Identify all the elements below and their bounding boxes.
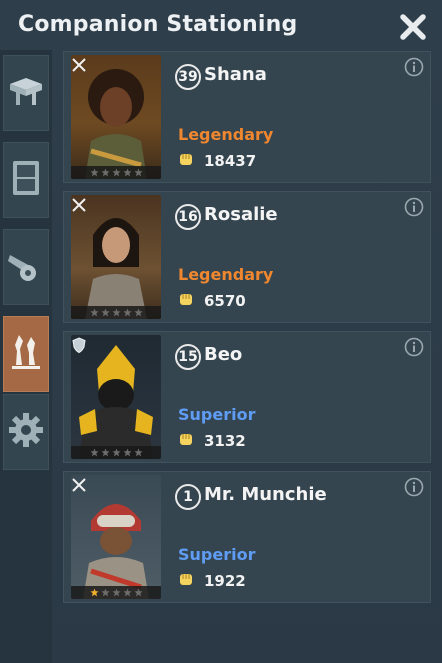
sidebar-item-cannon[interactable] — [3, 229, 49, 305]
sidebar-item-anvil[interactable] — [3, 55, 49, 131]
companion-card-rosalie[interactable]: 16 Rosalie Legendary 6570 — [63, 191, 431, 323]
companion-stationing-panel: Companion Stationing 39 Shana Legendary … — [0, 0, 442, 663]
sidebar — [0, 50, 52, 663]
companion-level: 16 — [175, 204, 201, 230]
info-icon[interactable] — [404, 57, 424, 77]
fist-power-icon — [178, 290, 196, 312]
sidebar-item-settings[interactable] — [3, 394, 49, 470]
companion-level: 15 — [175, 344, 201, 370]
star-rating — [71, 586, 161, 599]
star-empty-icon — [133, 168, 143, 177]
companion-power: 6570 — [178, 290, 246, 312]
power-value: 1922 — [204, 572, 246, 590]
companion-power: 3132 — [178, 430, 246, 452]
shield-icon — [70, 336, 88, 354]
fist-power-icon — [178, 150, 196, 172]
close-icon[interactable] — [396, 10, 430, 44]
power-value: 18437 — [204, 152, 257, 170]
power-value: 3132 — [204, 432, 246, 450]
star-filled-icon — [89, 588, 99, 597]
companion-name: Mr. Munchie — [204, 484, 327, 505]
companion-power: 18437 — [178, 150, 256, 172]
companion-card-beo[interactable]: 15 Beo Superior 3132 — [63, 331, 431, 463]
info-icon[interactable] — [404, 477, 424, 497]
star-empty-icon — [111, 448, 121, 457]
anvil-icon — [7, 72, 45, 114]
star-rating — [71, 306, 161, 319]
window-title: Companion Stationing — [18, 12, 298, 37]
fist-power-icon — [178, 570, 196, 592]
companion-name: Beo — [204, 344, 243, 365]
star-empty-icon — [111, 168, 121, 177]
star-empty-icon — [122, 168, 132, 177]
star-empty-icon — [100, 448, 110, 457]
star-empty-icon — [100, 168, 110, 177]
star-empty-icon — [122, 308, 132, 317]
star-empty-icon — [122, 588, 132, 597]
power-value: 6570 — [204, 292, 246, 310]
companion-card-shana[interactable]: 39 Shana Legendary 18437 — [63, 51, 431, 183]
star-empty-icon — [89, 448, 99, 457]
gear-icon — [7, 411, 45, 453]
star-empty-icon — [100, 588, 110, 597]
companion-rarity: Legendary — [178, 265, 274, 284]
companion-card-mr-munchie[interactable]: 1 Mr. Munchie Superior 1922 — [63, 471, 431, 603]
companion-name: Rosalie — [204, 204, 278, 225]
crossed-swords-icon — [70, 56, 88, 74]
info-icon[interactable] — [404, 197, 424, 217]
star-empty-icon — [133, 308, 143, 317]
star-empty-icon — [122, 448, 132, 457]
cabinet-icon — [8, 158, 44, 202]
crossed-swords-icon — [70, 196, 88, 214]
star-empty-icon — [111, 588, 121, 597]
companion-name: Shana — [204, 64, 267, 85]
companion-rarity: Superior — [178, 545, 256, 564]
star-rating — [71, 166, 161, 179]
companion-level: 39 — [175, 64, 201, 90]
companion-stand-icon — [7, 331, 45, 377]
sidebar-item-companions[interactable] — [3, 316, 49, 392]
companion-level: 1 — [175, 484, 201, 510]
star-empty-icon — [133, 448, 143, 457]
star-empty-icon — [133, 588, 143, 597]
star-empty-icon — [89, 168, 99, 177]
star-empty-icon — [111, 308, 121, 317]
companion-power: 1922 — [178, 570, 246, 592]
star-empty-icon — [89, 308, 99, 317]
info-icon[interactable] — [404, 337, 424, 357]
star-empty-icon — [100, 308, 110, 317]
companion-rarity: Legendary — [178, 125, 274, 144]
crossed-swords-icon — [70, 476, 88, 494]
companion-rarity: Superior — [178, 405, 256, 424]
fist-power-icon — [178, 430, 196, 452]
sidebar-item-cabinet[interactable] — [3, 142, 49, 218]
cannon-icon — [6, 247, 46, 287]
star-rating — [71, 446, 161, 459]
